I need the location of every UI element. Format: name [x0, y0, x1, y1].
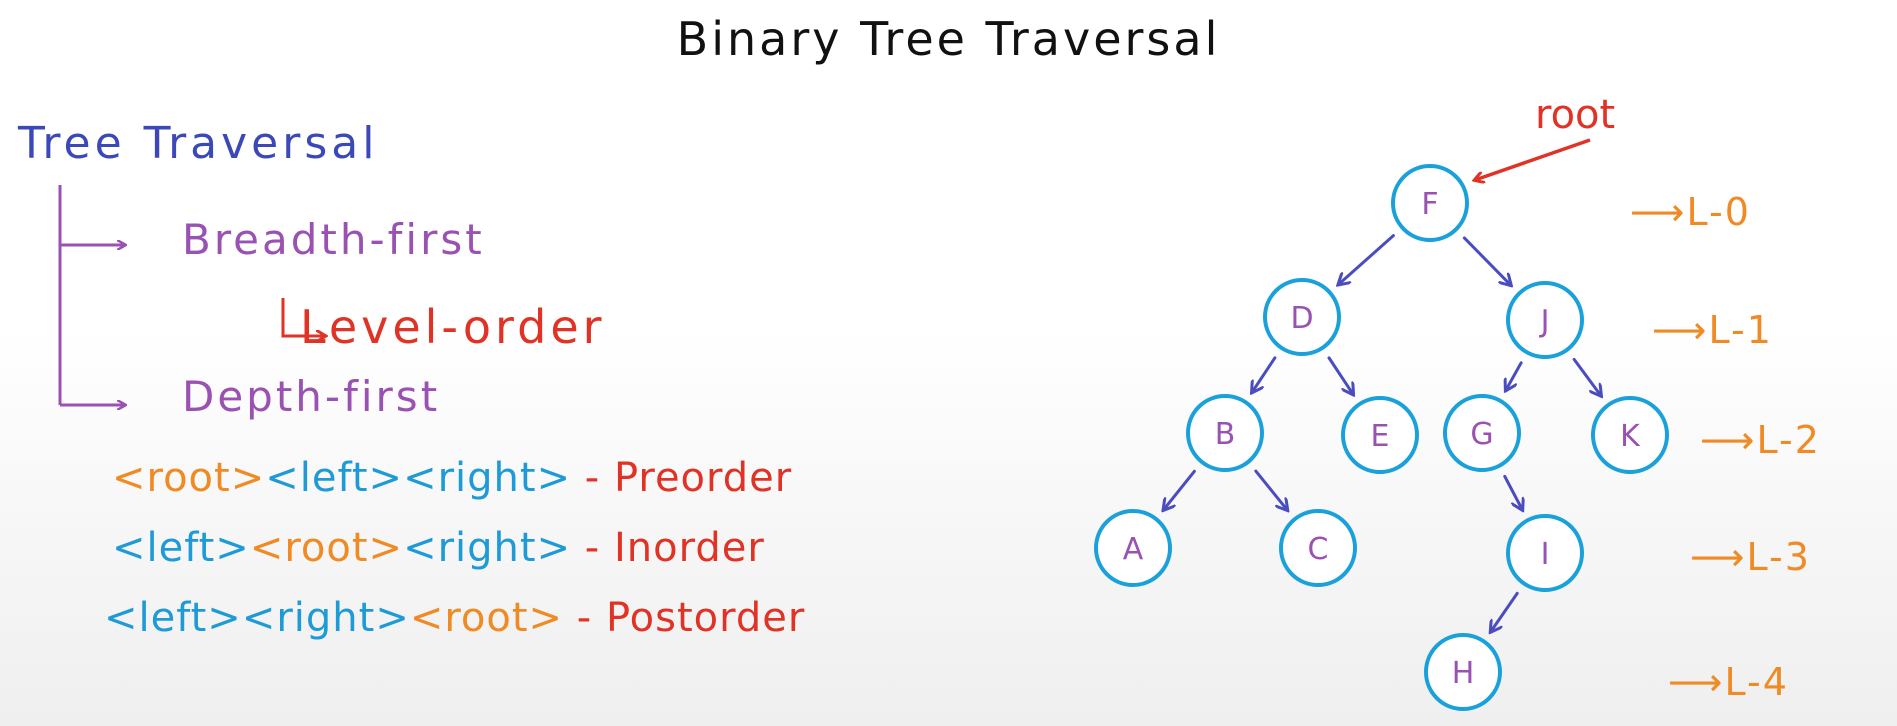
node-K: K [1591, 396, 1669, 474]
node-label: J [1539, 304, 1550, 339]
node-label: G [1470, 417, 1493, 452]
node-E: E [1341, 396, 1419, 474]
node-label: I [1541, 537, 1550, 572]
level-order-arrow [281, 298, 325, 336]
node-label: H [1452, 656, 1475, 691]
tree-edge-J-G [1506, 361, 1523, 390]
node-H: H [1424, 633, 1502, 711]
root-pointer-label: root [1535, 92, 1615, 138]
node-G: G [1443, 394, 1521, 472]
node-I: I [1506, 514, 1584, 592]
node-B: B [1186, 394, 1264, 472]
tree-edge-D-B [1252, 356, 1277, 392]
node-A: A [1094, 509, 1172, 587]
tree-edge-D-E [1327, 356, 1353, 394]
tree-edge-I-H [1491, 591, 1519, 631]
node-D: D [1263, 278, 1341, 356]
node-C: C [1279, 509, 1357, 587]
node-label: E [1371, 419, 1390, 454]
node-label: K [1620, 419, 1641, 454]
tree-edge-B-A [1164, 469, 1196, 509]
root-pointer-arrow [1475, 138, 1591, 180]
node-F: F [1391, 164, 1469, 242]
node-label: D [1290, 301, 1313, 336]
tree-edge-G-I [1503, 474, 1522, 509]
node-J: J [1506, 281, 1584, 359]
node-label: F [1421, 187, 1438, 222]
node-label: C [1308, 532, 1329, 567]
tree-edge-J-K [1572, 357, 1601, 395]
tree-edge-F-J [1462, 236, 1510, 285]
tree-edge-B-C [1254, 469, 1287, 510]
node-label: B [1215, 417, 1236, 452]
tree-diagram: root F D J B E G K A C I H [58, 92, 1669, 711]
node-label: A [1123, 532, 1144, 567]
tree-edge-F-D [1339, 234, 1395, 285]
